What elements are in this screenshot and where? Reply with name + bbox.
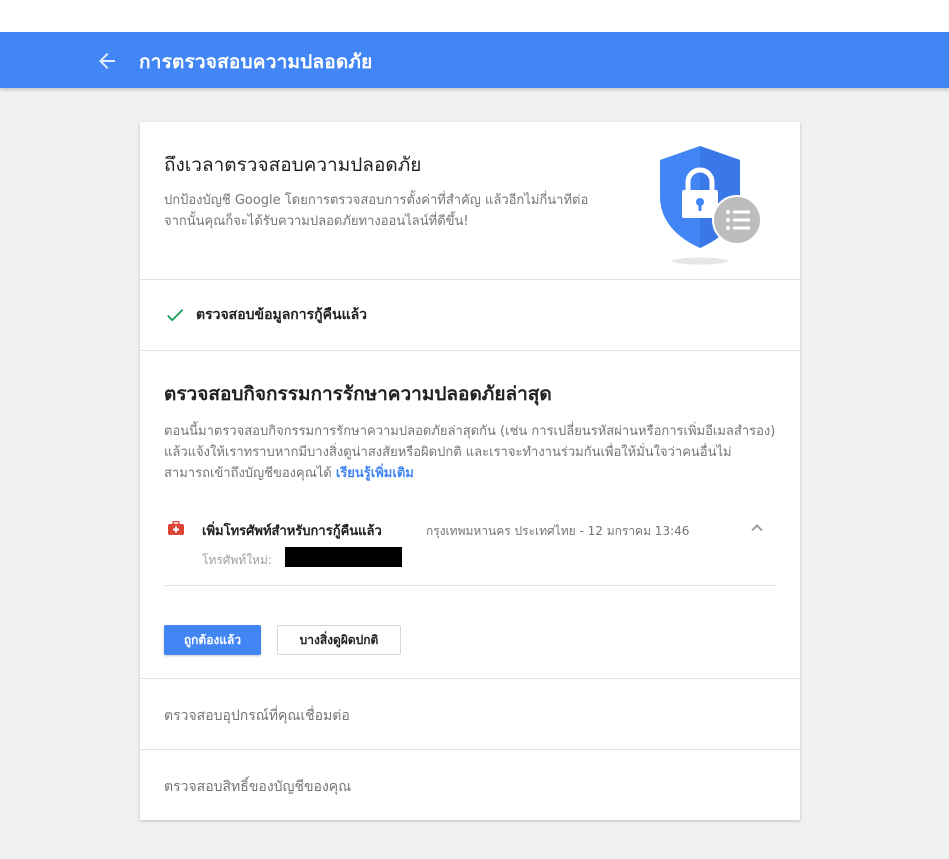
intro-section: ถึงเวลาตรวจสอบความปลอดภัย ปกป้องบัญชี Go… [140,122,800,280]
activity-description: ตอนนี้มาตรวจสอบกิจกรรมการรักษาความปลอดภั… [164,421,776,484]
check-devices-label[interactable]: ตรวจสอบอุปกรณ์ที่คุณเชื่อมต่อ [164,705,350,727]
checkmark-icon [167,309,184,322]
learn-more-link[interactable]: เรียนรู้เพิ่มเติม [336,466,414,481]
confirm-button[interactable]: ถูกต้องแล้ว [164,625,261,655]
intro-description: ปกป้องบัญชี Google โดยการตรวจสอบการตั้งค… [164,193,589,229]
recovery-status-label: ตรวจสอบข้อมูลการกู้คืนแล้ว [196,307,368,323]
chevron-up-icon[interactable] [749,521,765,535]
activity-event-row[interactable]: เพิ่มโทรศัพท์สำหรับการกู้คืนแล้ว กรุงเทพ… [164,509,776,586]
back-arrow-icon[interactable] [94,48,120,74]
devices-section[interactable]: ตรวจสอบอุปกรณ์ที่คุณเชื่อมต่อ [140,679,800,750]
event-location-time: กรุงเทพมหานคร ประเทศไทย - 12 มกราคม 13:4… [426,524,690,538]
activity-description-text: ตอนนี้มาตรวจสอบกิจกรรมการรักษาความปลอดภั… [164,424,776,481]
app-bar: การตรวจสอบความปลอดภัย [0,32,949,88]
new-phone-label: โทรศัพท์ใหม่: [202,553,272,567]
permissions-section[interactable]: ตรวจสอบสิทธิ์ของบัญชีของคุณ [140,750,800,820]
activity-title: ตรวจสอบกิจกรรมการรักษาความปลอดภัยล่าสุด [164,383,552,405]
top-strip [0,0,949,32]
redacted-phone-number [285,547,402,567]
page-title: การตรวจสอบความปลอดภัย [139,51,373,73]
recovery-info-section: ตรวจสอบข้อมูลการกู้คืนแล้ว [140,280,800,351]
event-title: เพิ่มโทรศัพท์สำหรับการกู้คืนแล้ว [202,524,382,539]
first-aid-kit-icon [168,521,184,535]
report-suspicious-button[interactable]: บางสิ่งดูผิดปกติ [277,625,401,655]
check-permissions-label[interactable]: ตรวจสอบสิทธิ์ของบัญชีของคุณ [164,776,351,798]
security-shield-icon [658,144,768,266]
recovery-status-row[interactable]: ตรวจสอบข้อมูลการกู้คืนแล้ว [164,304,367,326]
recent-activity-section: ตรวจสอบกิจกรรมการรักษาความปลอดภัยล่าสุด … [140,351,800,679]
intro-title: ถึงเวลาตรวจสอบความปลอดภัย [164,154,422,176]
security-checkup-card: ถึงเวลาตรวจสอบความปลอดภัย ปกป้องบัญชี Go… [140,122,800,820]
